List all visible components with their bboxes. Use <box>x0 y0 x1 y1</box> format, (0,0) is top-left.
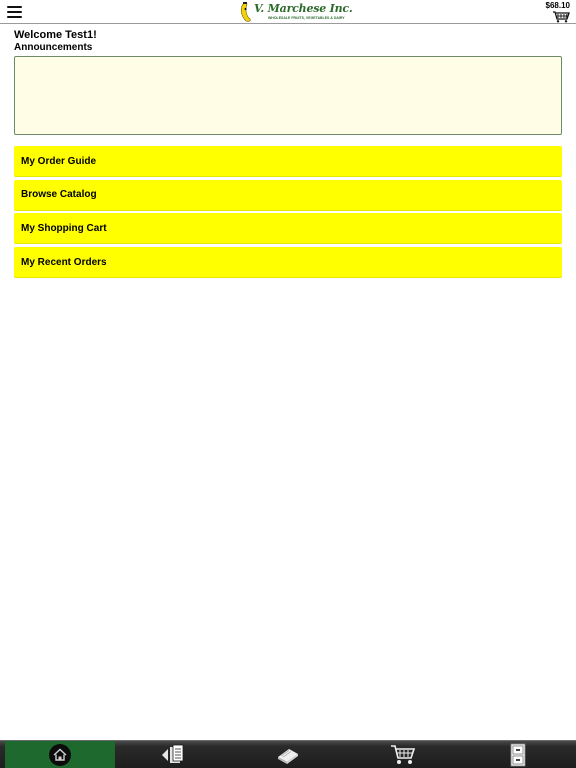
welcome-message: Welcome Test1! <box>14 29 97 41</box>
shopping-cart-button[interactable]: My Shopping Cart <box>14 213 562 244</box>
shopping-cart-icon <box>391 744 416 764</box>
company-logo: V. Marchese Inc. WHOLESALE FRUITS, VEGET… <box>238 1 353 23</box>
toolbar-catalog-tab[interactable] <box>230 741 345 768</box>
shopping-basket-icon[interactable] <box>552 9 570 23</box>
home-icon <box>49 743 71 766</box>
catalog-book-icon <box>277 748 298 764</box>
announcements-box <box>14 56 562 135</box>
toolbar-order-guide-tab[interactable] <box>115 741 230 768</box>
announcements-heading: Announcements <box>14 42 93 53</box>
toolbar-home-tab[interactable] <box>5 741 115 768</box>
logo-tagline: WHOLESALE FRUITS, VEGETABLES & DAIRY <box>268 16 345 20</box>
recent-orders-button[interactable]: My Recent Orders <box>14 247 562 278</box>
recent-orders-icon <box>510 743 526 766</box>
toolbar-cart-tab[interactable] <box>346 741 461 768</box>
app-header: V. Marchese Inc. WHOLESALE FRUITS, VEGET… <box>0 0 576 24</box>
toolbar-recent-orders-tab[interactable] <box>461 741 576 768</box>
bottom-toolbar <box>0 740 576 768</box>
order-guide-icon <box>161 744 184 763</box>
logo-wordmark: V. Marchese Inc. <box>254 2 353 15</box>
browse-catalog-button[interactable]: Browse Catalog <box>14 179 562 210</box>
home-menu: My Order Guide Browse Catalog My Shoppin… <box>14 146 562 281</box>
order-guide-button[interactable]: My Order Guide <box>14 146 562 176</box>
hamburger-menu-icon[interactable] <box>7 6 23 18</box>
